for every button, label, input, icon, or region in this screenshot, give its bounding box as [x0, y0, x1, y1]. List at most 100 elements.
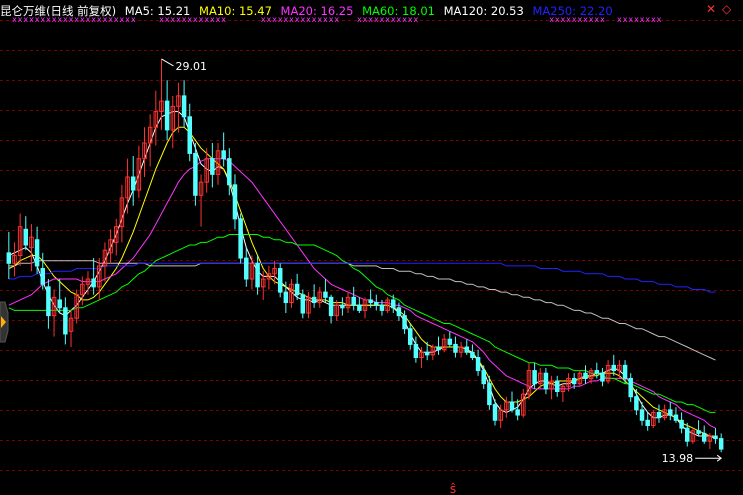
candle [504, 396, 509, 418]
candle-body [583, 372, 588, 379]
candle [668, 401, 673, 421]
candle-body [424, 351, 430, 356]
candle [679, 412, 684, 434]
candle [255, 255, 260, 295]
candle [407, 323, 413, 350]
candle-body [515, 409, 520, 416]
candle [215, 142, 221, 185]
candle-body [232, 184, 238, 220]
candle-body [34, 239, 40, 267]
candle-body [634, 396, 639, 411]
ma10-legend: MA10: 15.47 [199, 4, 272, 18]
signal-marker: x [645, 15, 650, 24]
candle-body [391, 299, 396, 309]
candle-body [509, 401, 515, 411]
candle-body [374, 302, 379, 306]
candle-body [357, 304, 362, 311]
candle-body [300, 294, 306, 314]
candle [46, 279, 51, 329]
candle [436, 336, 441, 355]
candle [119, 184, 125, 243]
candle-body [323, 291, 328, 298]
candlestick-chart[interactable]: xxxxxxxxxxxxxxxxxxxxxxxxxxxxxxxxxxxxxxxx… [0, 0, 743, 495]
candle-body [628, 377, 633, 398]
candle-body [130, 176, 136, 191]
candle [221, 132, 226, 167]
candle-body [673, 414, 679, 421]
candle-body [407, 328, 413, 345]
ma250-line [8, 262, 716, 293]
close-icon[interactable]: ✕ [706, 2, 716, 16]
candle [554, 375, 560, 397]
candle [345, 292, 351, 314]
candle [628, 373, 633, 402]
candle [447, 331, 453, 348]
candle [40, 252, 46, 290]
candle-body [23, 228, 29, 246]
candle [458, 341, 464, 358]
candle-body [436, 346, 441, 351]
candle [238, 213, 243, 264]
chart-legend: 昆仑万维(日线 前复权) MA5: 15.21 MA10: 15.47 MA20… [0, 3, 618, 19]
candle-body [656, 411, 662, 419]
candle-body [402, 315, 407, 330]
candle [210, 142, 215, 188]
signal-marker: x [628, 15, 633, 24]
candle-body [594, 370, 600, 374]
candle-body [645, 419, 650, 427]
ma20-legend: MA20: 16.25 [280, 4, 354, 18]
candle [12, 242, 17, 277]
signal-marker: x [657, 15, 662, 24]
candle-body [532, 370, 537, 385]
candle-body [600, 372, 605, 382]
ma10-line [8, 126, 716, 437]
candle [696, 420, 701, 436]
candle [475, 349, 481, 376]
candle-body [193, 152, 198, 196]
candle [560, 383, 566, 402]
candle [187, 103, 192, 162]
candle [68, 310, 74, 348]
side-expand-tab[interactable] [0, 301, 9, 343]
candle [306, 292, 311, 319]
signal-marker: x [623, 15, 628, 24]
ma20-line [8, 158, 716, 429]
ma120-legend: MA120: 20.53 [443, 4, 524, 18]
candle-body [701, 432, 707, 442]
candle [328, 294, 334, 324]
candle-body [227, 158, 232, 186]
bottom-marker-glyph: ŝ [450, 482, 456, 495]
candles [6, 58, 724, 453]
toggle-diamond-icon[interactable]: ◇ [722, 2, 731, 16]
signal-marker: x [634, 15, 639, 24]
candle-body [328, 296, 334, 317]
candle-body [63, 307, 68, 335]
candle-body [57, 299, 62, 309]
candle-body [255, 262, 260, 288]
candle-body [187, 116, 192, 154]
candle [453, 336, 458, 358]
ma60-line [8, 234, 716, 413]
candle [521, 388, 526, 418]
candle [673, 407, 679, 423]
candle [340, 297, 345, 316]
candle-body [221, 150, 226, 160]
candle [611, 354, 617, 376]
candle-body [46, 286, 51, 317]
candle [34, 226, 40, 274]
candle-body [492, 404, 498, 421]
signal-marker: x [640, 15, 645, 24]
candle [413, 336, 419, 363]
candle-body [481, 370, 486, 385]
candle [600, 367, 605, 387]
signal-marker: x [617, 15, 622, 24]
candle [244, 247, 249, 287]
candle-body [696, 430, 701, 434]
candle-body [283, 291, 289, 304]
ma120-line [8, 260, 716, 361]
candle [543, 367, 549, 395]
candle-body [679, 419, 684, 429]
candle [357, 297, 362, 314]
candle [6, 231, 12, 280]
low-price-label: 13.98 [662, 452, 694, 465]
